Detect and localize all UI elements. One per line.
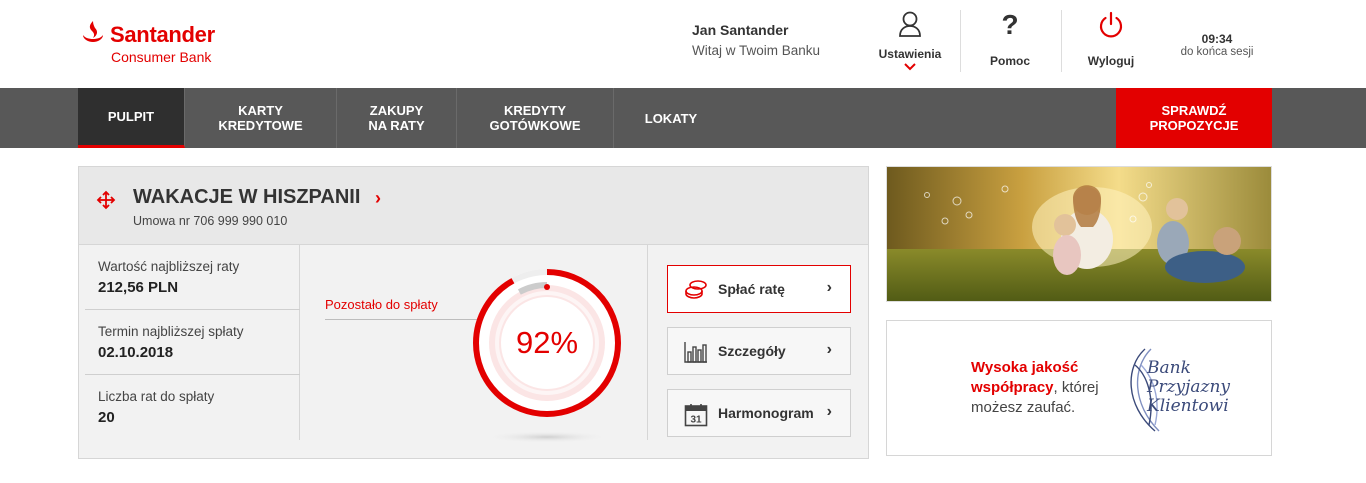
nav-item-lokaty[interactable]: LOKATY — [614, 88, 728, 148]
details-button[interactable]: Szczegóły › — [667, 327, 851, 375]
gauge-marker-dot — [544, 284, 550, 290]
logout-label: Wyloguj — [1087, 54, 1135, 68]
gauge-shadow — [485, 431, 609, 443]
loan-info: Wartość najbliższej raty 212,56 PLN Term… — [79, 245, 300, 440]
nav-item-pulpit[interactable]: PULPIT — [78, 88, 185, 148]
chevron-right-icon: › — [826, 403, 832, 420]
remaining-percent: 92% — [515, 325, 579, 360]
power-icon — [1099, 11, 1123, 38]
user-info: Jan Santander Witaj w Twoim Banku — [692, 22, 820, 58]
family-banner-image[interactable] — [886, 166, 1272, 302]
info-next-due-date: Termin najbliższej spłaty 02.10.2018 — [79, 310, 300, 375]
chevron-right-icon: › — [826, 341, 832, 358]
top-header: Santander Consumer Bank Jan Santander Wi… — [0, 0, 1366, 88]
settings-label: Ustawienia — [878, 47, 942, 61]
chevron-right-icon[interactable]: › — [375, 188, 381, 209]
session-time: 09:34 — [1201, 32, 1233, 46]
nav-item-karty-kredytowe[interactable]: KARTY KREDYTOWE — [185, 88, 337, 148]
calendar-icon: 31 — [684, 404, 708, 427]
help-button[interactable]: ? Pomoc — [975, 10, 1045, 72]
promo-text: Wysoka jakość współpracy, której możesz … — [971, 358, 1099, 418]
bank-promo-banner[interactable]: Wysoka jakość współpracy, której możesz … — [886, 320, 1272, 456]
info-value: 02.10.2018 — [98, 344, 174, 361]
flame-icon — [83, 21, 103, 42]
info-remaining-installments: Liczba rat do spłaty 20 — [79, 375, 300, 440]
logout-button[interactable]: Wyloguj — [1076, 10, 1146, 72]
contract-number: Umowa nr 706 999 990 010 — [133, 214, 288, 228]
nav-item-kredyty-gotowkowe[interactable]: KREDYTY GOTÓWKOWE — [457, 88, 614, 148]
bank-friendly-logo-text: Bank Przyjazny Klientowi — [1147, 358, 1231, 416]
info-label: Liczba rat do spłaty — [98, 389, 215, 404]
user-icon — [899, 11, 921, 37]
action-label: Harmonogram — [718, 405, 814, 421]
loan-card-header: WAKACJE W HISZPANII › Umowa nr 706 999 9… — [79, 167, 868, 245]
session-text: do końca sesji — [1180, 46, 1254, 58]
info-value: 212,56 PLN — [98, 279, 179, 296]
pay-installment-button[interactable]: Spłać ratę › — [667, 265, 851, 313]
action-label: Szczegóły — [718, 343, 786, 359]
nav-item-zakupy-na-raty[interactable]: ZAKUPY NA RATY — [337, 88, 457, 148]
header-divider — [1061, 10, 1062, 72]
chevron-down-icon — [904, 63, 916, 71]
info-label: Termin najbliższej spłaty — [98, 324, 244, 339]
help-label: Pomoc — [989, 54, 1030, 68]
user-greeting: Witaj w Twoim Banku — [692, 43, 821, 58]
santander-logo[interactable]: Santander Consumer Bank — [80, 18, 240, 68]
brand-name: Santander — [110, 22, 215, 47]
info-next-installment: Wartość najbliższej raty 212,56 PLN — [79, 245, 300, 310]
loan-card: WAKACJE W HISZPANII › Umowa nr 706 999 9… — [78, 166, 869, 459]
chevron-right-icon: › — [826, 279, 832, 296]
schedule-button[interactable]: 31 Harmonogram › — [667, 389, 851, 437]
loan-title[interactable]: WAKACJE W HISZPANII — [133, 186, 360, 209]
move-icon[interactable] — [95, 189, 117, 211]
action-label: Spłać ratę — [718, 281, 785, 297]
session-timer: 09:34 do końca sesji — [1172, 32, 1262, 58]
settings-button[interactable]: Ustawienia — [870, 10, 950, 72]
family-photo-illustration — [887, 167, 1271, 301]
coins-icon — [685, 280, 707, 299]
main-nav: PULPIT KARTY KREDYTOWE ZAKUPY NA RATY KR… — [0, 88, 1366, 148]
question-icon: ? — [1001, 10, 1018, 40]
check-offers-button[interactable]: SPRAWDŹ PROPOZYCJE — [1116, 88, 1272, 148]
svg-text:?: ? — [1001, 10, 1018, 40]
header-divider — [960, 10, 961, 72]
calendar-day: 31 — [690, 415, 702, 426]
info-value: 20 — [98, 409, 115, 426]
user-name: Jan Santander — [692, 22, 789, 38]
bar-chart-icon — [684, 342, 707, 363]
brand-sub: Consumer Bank — [111, 49, 212, 65]
info-label: Wartość najbliższej raty — [98, 259, 240, 274]
remaining-label: Pozostało do spłaty — [325, 297, 438, 312]
remaining-gauge-area: Pozostało do spłaty 92% — [301, 245, 648, 443]
